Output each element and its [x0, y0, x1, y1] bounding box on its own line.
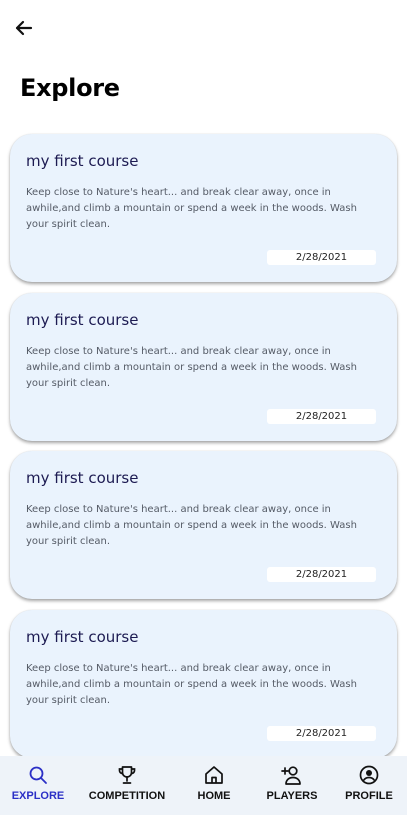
course-date: 2/28/2021 — [267, 567, 376, 582]
course-description: Keep close to Nature's heart... and brea… — [26, 346, 357, 389]
course-card[interactable]: my first course Keep close to Nature's h… — [10, 134, 397, 282]
course-list[interactable]: my first course Keep close to Nature's h… — [0, 0, 407, 756]
nav-label-players: PLAYERS — [266, 790, 318, 802]
course-card[interactable]: my first course Keep close to Nature's h… — [10, 610, 397, 756]
course-date: 2/28/2021 — [267, 726, 376, 741]
course-description: Keep close to Nature's heart... and brea… — [26, 187, 357, 230]
nav-item-competition[interactable]: COMPETITION — [86, 756, 168, 815]
course-title: my first course — [26, 311, 139, 329]
nav-item-home[interactable]: HOME — [189, 756, 239, 815]
nav-item-explore[interactable]: EXPLORE — [8, 756, 68, 815]
course-description: Keep close to Nature's heart... and brea… — [26, 504, 357, 547]
home-icon — [203, 764, 225, 786]
add-user-icon — [281, 764, 303, 786]
nav-label-home: HOME — [197, 790, 231, 802]
nav-label-competition: COMPETITION — [88, 790, 166, 802]
course-title: my first course — [26, 152, 139, 170]
course-title: my first course — [26, 469, 139, 487]
nav-item-players[interactable]: PLAYERS — [262, 756, 322, 815]
nav-label-profile: PROFILE — [345, 790, 393, 802]
course-title: my first course — [26, 628, 139, 646]
bottom-navigation: EXPLORE COMPETITION HOME PLAYERS PROFILE — [0, 756, 407, 815]
course-date: 2/28/2021 — [267, 250, 376, 265]
nav-item-profile[interactable]: PROFILE — [341, 756, 397, 815]
course-description: Keep close to Nature's heart... and brea… — [26, 663, 357, 706]
search-icon — [27, 764, 49, 786]
course-date: 2/28/2021 — [267, 409, 376, 424]
trophy-icon — [116, 764, 138, 786]
course-card[interactable]: my first course Keep close to Nature's h… — [10, 293, 397, 441]
course-card[interactable]: my first course Keep close to Nature's h… — [10, 451, 397, 599]
nav-label-explore: EXPLORE — [11, 790, 65, 802]
profile-icon — [358, 764, 380, 786]
